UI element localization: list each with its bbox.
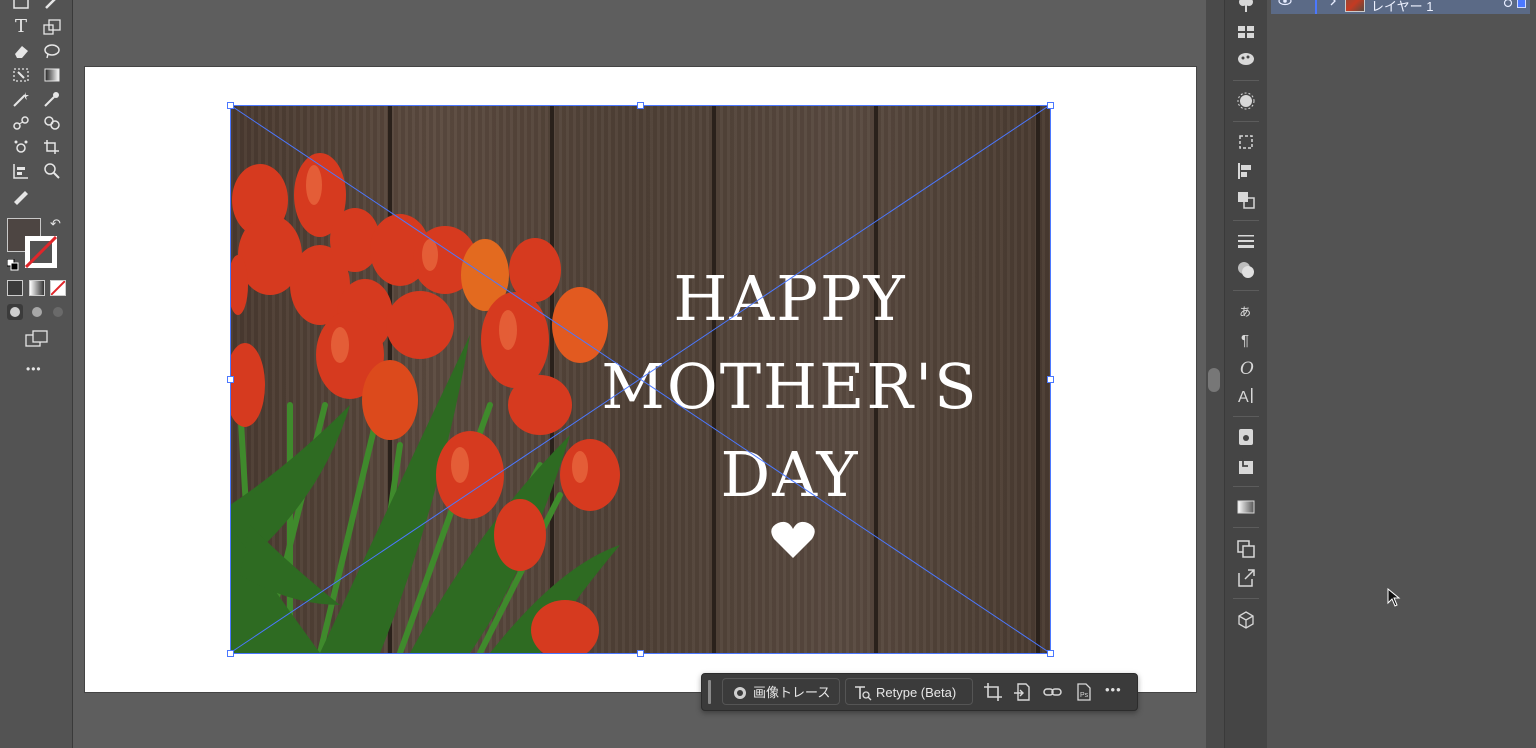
ruler-tool-icon[interactable]	[9, 186, 33, 208]
color-mode-gradient-icon[interactable]	[29, 280, 45, 296]
align-panel-icon[interactable]	[1236, 161, 1256, 181]
color-mode-none-icon[interactable]	[50, 280, 66, 296]
column-graph-tool-icon[interactable]	[9, 160, 33, 182]
svg-text:ぁ: ぁ	[1238, 303, 1252, 319]
transform-panel-icon[interactable]	[1236, 132, 1256, 152]
edit-in-photoshop-icon[interactable]: Ps	[1074, 682, 1094, 702]
selection-bounding-box[interactable]	[229, 104, 1052, 655]
retype-icon	[855, 686, 872, 701]
more-tools-button[interactable]: •••	[26, 362, 42, 376]
lasso-tool-icon[interactable]	[40, 40, 64, 62]
draw-normal-icon[interactable]	[7, 304, 23, 320]
gradient-tool-icon[interactable]	[40, 64, 64, 86]
selection-handle-right[interactable]	[1047, 376, 1054, 383]
expand-chevron-icon[interactable]	[1329, 0, 1337, 8]
svg-text:O: O	[1240, 359, 1254, 377]
magic-wand-tool-icon[interactable]	[9, 88, 33, 110]
draw-inside-icon[interactable]	[50, 304, 66, 320]
embed-image-icon[interactable]	[1012, 682, 1032, 702]
selection-indicator[interactable]	[1517, 0, 1526, 8]
screen-mode-icon[interactable]	[25, 330, 49, 353]
retype-label: Retype (Beta)	[876, 685, 957, 700]
layer-row[interactable]: レイヤー 1	[1271, 0, 1530, 14]
selection-handle-top[interactable]	[637, 102, 644, 109]
stroke-panel-icon[interactable]	[1236, 231, 1256, 251]
svg-text:¶: ¶	[1241, 332, 1249, 349]
layer-thumbnail	[1345, 0, 1365, 12]
color-guide-panel-icon[interactable]	[1236, 49, 1256, 69]
visibility-eye-icon[interactable]	[1278, 0, 1292, 7]
image-trace-label: 画像トレース	[753, 685, 831, 700]
contextual-task-bar: 画像トレース Retype (Beta) Ps •••	[701, 673, 1138, 711]
type-tool-icon[interactable]: T	[9, 16, 33, 38]
selection-handle-top-right[interactable]	[1047, 102, 1054, 109]
rectangle-tool-icon[interactable]	[9, 0, 33, 14]
symbol-sprayer-tool-icon[interactable]	[9, 136, 33, 158]
image-trace-button[interactable]: 画像トレース	[722, 678, 840, 705]
transparency-panel-icon[interactable]	[1236, 260, 1256, 280]
layer-target-icon[interactable]	[1503, 0, 1513, 8]
panel-icon-bar: ぁ ¶ O A	[1224, 0, 1268, 748]
eraser-tool-icon[interactable]	[9, 40, 33, 62]
blend-tool-icon[interactable]	[9, 112, 33, 134]
asset-export-panel-icon[interactable]	[1236, 427, 1256, 447]
swap-colors-icon[interactable]: ↶	[50, 216, 61, 232]
stroke-swatch[interactable]	[25, 236, 57, 268]
symbols-panel-icon[interactable]	[1236, 0, 1256, 16]
image-trace-icon	[734, 687, 746, 699]
svg-text:A: A	[1238, 389, 1249, 405]
3d-materials-panel-icon[interactable]	[1236, 610, 1256, 630]
retype-button[interactable]: Retype (Beta)	[845, 678, 973, 705]
layers-panel: レイヤー 1	[1267, 0, 1536, 748]
draw-behind-icon[interactable]	[29, 304, 45, 320]
svg-text:Ps: Ps	[1080, 692, 1089, 699]
zoom-tool-icon[interactable]	[40, 160, 64, 182]
eyedropper-tool-icon[interactable]	[40, 88, 64, 110]
mouse-cursor-icon	[1387, 588, 1401, 607]
selection-handle-left[interactable]	[227, 376, 234, 383]
artboards-panel-icon[interactable]	[1236, 539, 1256, 559]
scrollbar-thumb[interactable]	[1208, 368, 1220, 392]
task-bar-more-button[interactable]: •••	[1105, 682, 1122, 697]
appearance-panel-icon[interactable]	[1236, 91, 1256, 111]
character-styles-panel-icon[interactable]: ぁ	[1236, 300, 1256, 320]
opentype-panel-icon[interactable]: O	[1236, 357, 1256, 379]
paintbrush-tool-icon[interactable]	[40, 0, 64, 14]
layer-color-bar	[1315, 0, 1317, 14]
selection-handle-bottom-right[interactable]	[1047, 650, 1054, 657]
crop-image-icon[interactable]	[983, 682, 1003, 702]
paragraph-panel-icon[interactable]: ¶	[1236, 329, 1256, 349]
free-transform-tool-icon[interactable]	[9, 64, 33, 86]
character-panel-icon[interactable]: A	[1236, 385, 1256, 406]
layer-name[interactable]: レイヤー 1	[1371, 0, 1433, 15]
gradient-panel-icon[interactable]	[1236, 497, 1256, 517]
color-mode-color-icon[interactable]	[7, 280, 23, 296]
scale-tool-icon[interactable]	[40, 16, 64, 38]
tools-panel: T ↶ •••	[0, 0, 73, 748]
task-bar-grip[interactable]	[708, 680, 711, 704]
selection-handle-bottom[interactable]	[637, 650, 644, 657]
artboard-tool-icon[interactable]	[40, 136, 64, 158]
link-icon[interactable]	[1043, 682, 1063, 702]
selection-handle-top-left[interactable]	[227, 102, 234, 109]
shape-builder-tool-icon[interactable]	[40, 112, 64, 134]
swatches-panel-icon[interactable]	[1236, 22, 1256, 42]
libraries-panel-icon[interactable]	[1236, 456, 1256, 476]
pathfinder-panel-icon[interactable]	[1236, 190, 1256, 210]
default-colors-icon[interactable]	[6, 258, 19, 276]
export-panel-icon[interactable]	[1236, 568, 1256, 588]
selection-handle-bottom-left[interactable]	[227, 650, 234, 657]
